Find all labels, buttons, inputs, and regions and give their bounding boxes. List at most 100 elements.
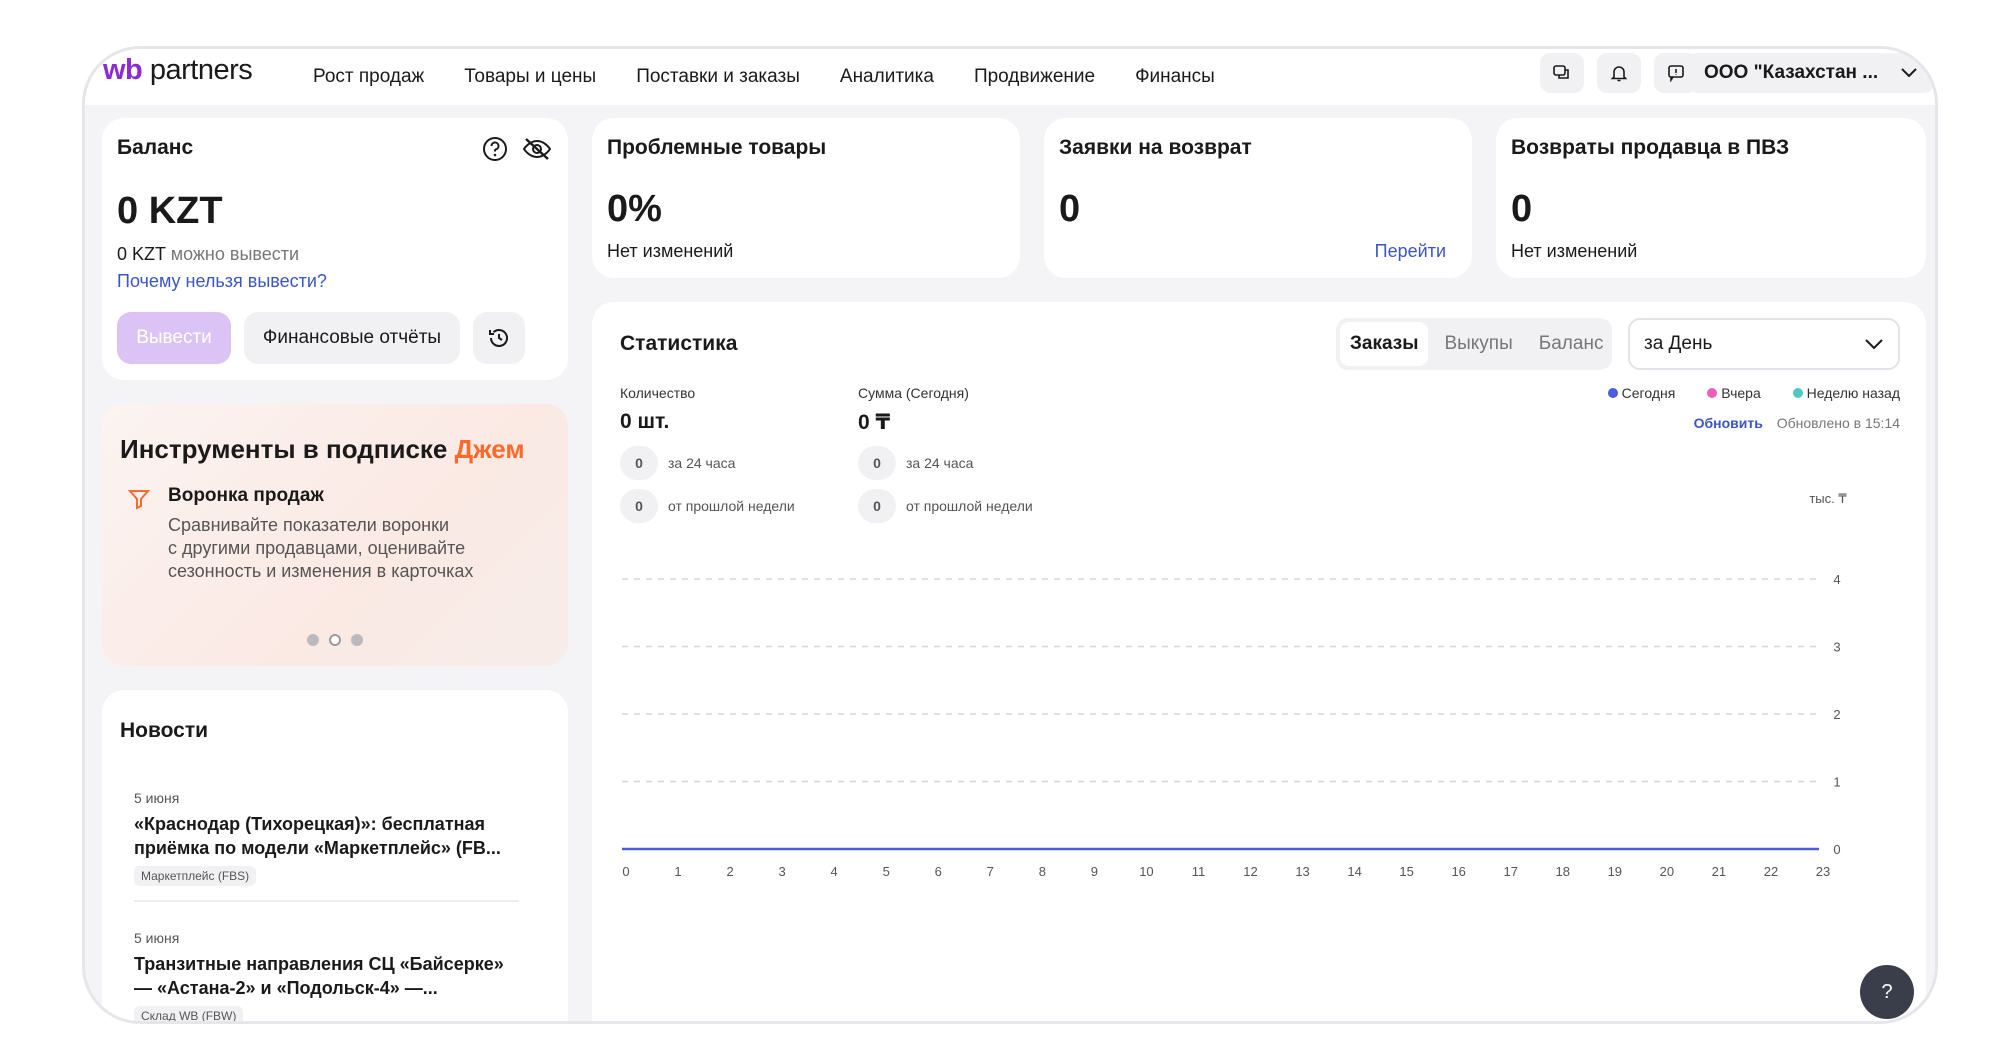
x-tick-label: 20 (1660, 864, 1674, 879)
promo-feature-title: Воронка продаж (168, 485, 324, 506)
seller-returns-card[interactable]: Возвраты продавца в ПВЗ 0 Нет изменений (1496, 118, 1926, 278)
promo-line-2: с другими продавцами, оценивайте (168, 538, 466, 558)
carousel-dot[interactable] (351, 634, 363, 646)
problem-goods-title: Проблемные товары (607, 136, 827, 159)
x-tick-label: 7 (987, 864, 994, 879)
withdrawable-amount: 0 KZT (117, 244, 166, 264)
y-tick-label: 0 (1833, 842, 1840, 857)
withdrawable-line: 0 KZT можно вывести (117, 244, 299, 265)
x-tick-label: 15 (1399, 864, 1413, 879)
y-tick-label: 1 (1833, 775, 1840, 790)
x-tick-label: 2 (726, 864, 733, 879)
news-divider (134, 900, 519, 902)
orders-chart: тыс. ₸012340 1 2 3 4 5 6 7 8 9 10 11 12 13 14 15 16 17 18 1… (622, 491, 1847, 879)
news-date: 5 июня (134, 790, 180, 806)
history-icon (489, 329, 508, 347)
nav-goods-prices[interactable]: Товары и цены (464, 66, 596, 88)
y-tick-label: 2 (1833, 707, 1840, 722)
news-headline-line2: — «Астана-2» и «Подольск-4» —... (134, 978, 438, 998)
y-tick-label: 4 (1833, 572, 1840, 587)
news-tag: Маркетплейс (FBS) (134, 866, 257, 886)
balance-title: Баланс (117, 136, 194, 159)
history-button[interactable] (473, 312, 525, 364)
x-tick-label: 5 (883, 864, 890, 879)
x-tick-label: 23 (1816, 864, 1830, 879)
promo-feature-description: Сравнивайте показатели воронки с другими… (168, 514, 473, 583)
promo-line-1: Сравнивайте показатели воронки (168, 515, 450, 535)
x-tick-label: 10 (1139, 864, 1153, 879)
why-cannot-withdraw-link[interactable]: Почему нельзя вывести? (117, 271, 327, 292)
x-tick-label: 16 (1451, 864, 1465, 879)
nav-promotion[interactable]: Продвижение (974, 66, 1095, 88)
statistics-card: Статистика Заказы Выкупы Баланс за День … (592, 302, 1926, 1021)
nav-supplies-orders[interactable]: Поставки и заказы (636, 66, 800, 88)
x-tick-label: 6 (935, 864, 942, 879)
withdraw-button[interactable]: Вывести (117, 312, 231, 364)
news-tag: Склад WB (FBW) (134, 1006, 244, 1021)
withdrawable-text: можно вывести (170, 244, 300, 264)
news-headline-line1: «Краснодар (Тихорецкая)»: бесплатная (134, 814, 486, 834)
nav-analytics[interactable]: Аналитика (840, 66, 934, 88)
carousel-dots (307, 634, 363, 646)
main-menu: Рост продаж Товары и цены Поставки и зак… (313, 49, 1215, 105)
subscription-promo-card[interactable]: Инструменты в подписке Джем Воронка прод… (102, 404, 568, 666)
carousel-dot[interactable] (307, 634, 319, 646)
news-headline-line1: Транзитные направления СЦ «Байсерке» (134, 954, 504, 974)
organization-selector[interactable]: ООО "Казахстан ... (1688, 53, 1934, 93)
seller-returns-title: Возвраты продавца в ПВЗ (1511, 136, 1790, 159)
nav-sales-growth[interactable]: Рост продаж (313, 66, 424, 88)
x-tick-label: 14 (1347, 864, 1361, 879)
news-date: 5 июня (134, 930, 180, 946)
balance-amount: 0 KZT (117, 190, 223, 232)
chat-icon (1553, 65, 1569, 79)
x-tick-label: 13 (1295, 864, 1309, 879)
x-tick-label: 1 (674, 864, 681, 879)
seller-returns-change: Нет изменений (1511, 241, 1638, 261)
bell-icon (1610, 66, 1628, 82)
x-tick-label: 3 (779, 864, 786, 879)
problem-goods-card[interactable]: Проблемные товары 0% Нет изменений (592, 118, 1020, 278)
chevron-down-icon (1901, 68, 1917, 78)
promo-title-accent: Джем (454, 434, 525, 464)
chat-button[interactable] (1540, 53, 1584, 93)
x-tick-label: 18 (1556, 864, 1570, 879)
x-tick-label: 22 (1764, 864, 1778, 879)
carousel-dot-active[interactable] (329, 634, 341, 646)
help-button[interactable]: ? (1860, 965, 1914, 1019)
notifications-button[interactable] (1597, 53, 1641, 93)
help-circle-icon[interactable] (482, 136, 508, 162)
return-requests-title: Заявки на возврат (1059, 136, 1252, 159)
nav-finance[interactable]: Финансы (1135, 66, 1215, 88)
problem-goods-value: 0% (607, 188, 662, 230)
news-card: Новости 5 июня «Краснодар (Тихорецкая)»:… (102, 690, 568, 1021)
x-tick-label: 17 (1504, 864, 1518, 879)
wb-partners-logo[interactable]: wb partners (103, 54, 253, 87)
return-requests-card: Заявки на возврат 0 Перейти (1044, 118, 1472, 278)
eye-off-icon[interactable] (522, 136, 552, 162)
x-tick-label: 0 (622, 864, 629, 879)
return-requests-value: 0 (1059, 188, 1081, 230)
x-tick-label: 11 (1192, 864, 1206, 879)
news-item[interactable]: 5 июня «Краснодар (Тихорецкая)»: бесплат… (134, 790, 519, 902)
x-tick-label: 12 (1243, 864, 1257, 879)
x-tick-label: 19 (1608, 864, 1622, 879)
app-frame: wb partners Рост продаж Товары и цены По… (82, 46, 1938, 1024)
promo-title-text: Инструменты в подписке (120, 434, 448, 464)
financial-reports-button[interactable]: Финансовые отчёты (244, 312, 460, 364)
promo-line-3: сезонность и изменения в карточках (168, 561, 474, 581)
top-navigation: wb partners Рост продаж Товары и цены По… (85, 49, 1935, 105)
go-to-returns-link[interactable]: Перейти (1375, 241, 1446, 262)
x-tick-label: 21 (1712, 864, 1726, 879)
news-headline-line2: приёмка по модели «Маркетплейс» (FB... (134, 838, 501, 858)
funnel-icon (128, 490, 150, 510)
balance-card: Баланс 0 KZT 0 KZT можно вывести Почему … (102, 118, 568, 380)
x-tick-label: 9 (1091, 864, 1098, 879)
promo-title: Инструменты в подписке Джем (120, 434, 525, 465)
problem-goods-change: Нет изменений (607, 241, 734, 261)
feedback-icon (1668, 65, 1684, 83)
seller-returns-value: 0 (1511, 188, 1533, 230)
y-axis-unit-label: тыс. ₸ (1809, 491, 1847, 506)
organization-name: ООО "Казахстан ... (1704, 62, 1879, 83)
news-item[interactable]: 5 июня Транзитные направления СЦ «Байсер… (134, 930, 519, 1021)
x-tick-label: 4 (831, 864, 838, 879)
